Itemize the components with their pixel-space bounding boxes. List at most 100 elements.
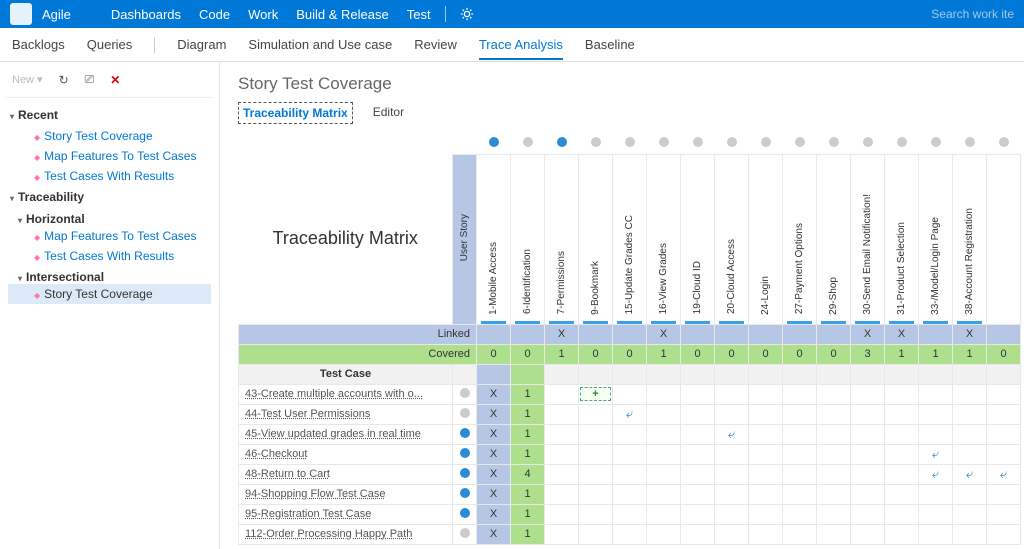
matrix-cell[interactable] — [681, 424, 715, 444]
matrix-cell[interactable] — [681, 444, 715, 464]
matrix-cell[interactable] — [681, 384, 715, 404]
subnav-baseline[interactable]: Baseline — [585, 37, 635, 52]
matrix-cell[interactable] — [647, 424, 681, 444]
matrix-cell[interactable] — [851, 484, 885, 504]
test-case-link[interactable]: 94-Shopping Flow Test Case — [239, 484, 453, 504]
matrix-cell[interactable] — [783, 484, 817, 504]
matrix-cell[interactable] — [783, 424, 817, 444]
matrix-cell[interactable] — [919, 384, 953, 404]
matrix-cell[interactable] — [715, 524, 749, 544]
column-dot[interactable] — [477, 134, 511, 154]
subnav-queries[interactable]: Queries — [87, 37, 133, 52]
column-dot[interactable] — [783, 134, 817, 154]
column-dot[interactable] — [817, 134, 851, 154]
matrix-cell[interactable] — [613, 384, 647, 404]
row-dot[interactable] — [453, 504, 477, 524]
column-header[interactable]: 31-Product Selection — [885, 154, 919, 324]
tree-item[interactable]: Story Test Coverage — [8, 126, 211, 146]
column-header[interactable]: 19-Cloud ID — [681, 154, 715, 324]
matrix-cell[interactable] — [681, 464, 715, 484]
matrix-cell[interactable] — [715, 384, 749, 404]
matrix-cell[interactable] — [919, 404, 953, 424]
matrix-cell[interactable] — [545, 444, 579, 464]
matrix-cell[interactable] — [783, 504, 817, 524]
matrix-cell[interactable] — [545, 524, 579, 544]
matrix-cell[interactable] — [647, 524, 681, 544]
column-header[interactable]: 27-Payment Options — [783, 154, 817, 324]
subnav-trace[interactable]: Trace Analysis — [479, 37, 563, 60]
column-header[interactable]: 33-/Model/Login Page — [919, 154, 953, 324]
menu-dashboards[interactable]: Dashboards — [111, 7, 181, 22]
matrix-cell[interactable]: ⤶ — [919, 464, 953, 484]
subnav-backlogs[interactable]: Backlogs — [12, 37, 65, 52]
matrix-cell[interactable] — [851, 524, 885, 544]
matrix-cell[interactable] — [885, 444, 919, 464]
test-case-link[interactable]: 112-Order Processing Happy Path — [239, 524, 453, 544]
matrix-cell[interactable] — [749, 484, 783, 504]
test-case-link[interactable]: 95-Registration Test Case — [239, 504, 453, 524]
row-dot[interactable] — [453, 464, 477, 484]
column-dot[interactable] — [987, 134, 1021, 154]
matrix-cell[interactable] — [987, 484, 1021, 504]
matrix-cell[interactable] — [987, 504, 1021, 524]
matrix-cell[interactable] — [545, 504, 579, 524]
close-icon[interactable]: ✕ — [110, 73, 120, 87]
matrix-cell[interactable] — [613, 424, 647, 444]
matrix-cell[interactable] — [783, 524, 817, 544]
matrix-cell[interactable] — [715, 504, 749, 524]
matrix-cell[interactable] — [783, 404, 817, 424]
matrix-cell[interactable] — [579, 404, 613, 424]
matrix-cell[interactable] — [647, 384, 681, 404]
matrix-cell[interactable] — [953, 444, 987, 464]
column-header[interactable]: 24-Login — [749, 154, 783, 324]
matrix-cell[interactable]: ⤶ — [715, 424, 749, 444]
column-header[interactable] — [987, 154, 1021, 324]
add-link-icon[interactable]: + — [580, 387, 611, 401]
matrix-cell[interactable] — [919, 524, 953, 544]
row-dot[interactable] — [453, 404, 477, 424]
test-case-link[interactable]: 44-Test User Permissions — [239, 404, 453, 424]
matrix-cell[interactable] — [851, 424, 885, 444]
column-dot[interactable] — [579, 134, 613, 154]
link-icon[interactable]: ⤶ — [932, 446, 939, 461]
tree-item[interactable]: Test Cases With Results — [8, 166, 211, 186]
matrix-cell[interactable] — [987, 384, 1021, 404]
matrix-cell[interactable] — [953, 404, 987, 424]
matrix-cell[interactable] — [545, 464, 579, 484]
gear-icon[interactable] — [460, 7, 474, 21]
matrix-cell[interactable] — [749, 404, 783, 424]
menu-test[interactable]: Test — [407, 7, 431, 22]
matrix-cell[interactable] — [817, 504, 851, 524]
matrix-cell[interactable] — [987, 524, 1021, 544]
refresh-icon[interactable]: ↻ — [59, 73, 69, 87]
matrix-cell[interactable] — [885, 464, 919, 484]
test-case-link[interactable]: 48-Return to Cart — [239, 464, 453, 484]
matrix-cell[interactable] — [579, 424, 613, 444]
column-header[interactable]: 6-Identification — [511, 154, 545, 324]
test-case-link[interactable]: 46-Checkout — [239, 444, 453, 464]
matrix-cell[interactable] — [613, 484, 647, 504]
matrix-cell[interactable] — [851, 464, 885, 484]
matrix-cell[interactable] — [817, 524, 851, 544]
matrix-cell[interactable] — [817, 444, 851, 464]
tree-item[interactable]: Map Features To Test Cases — [8, 226, 211, 246]
matrix-cell[interactable] — [681, 404, 715, 424]
matrix-cell[interactable]: ⤶ — [953, 464, 987, 484]
link-icon[interactable]: ⤶ — [932, 466, 939, 481]
matrix-cell[interactable] — [579, 524, 613, 544]
test-case-link[interactable]: 43-Create multiple accounts with o... — [239, 384, 453, 404]
row-dot[interactable] — [453, 424, 477, 444]
subnav-diagram[interactable]: Diagram — [177, 37, 226, 52]
column-header[interactable]: 29-Shop — [817, 154, 851, 324]
matrix-cell[interactable]: ⤶ — [919, 444, 953, 464]
group-intersectional[interactable]: Intersectional — [8, 266, 211, 284]
matrix-cell[interactable] — [783, 464, 817, 484]
matrix-cell[interactable] — [613, 464, 647, 484]
menu-work[interactable]: Work — [248, 7, 278, 22]
row-dot[interactable] — [453, 484, 477, 504]
matrix-cell[interactable] — [681, 524, 715, 544]
column-header[interactable]: 30-Send Email Notification! — [851, 154, 885, 324]
matrix-cell[interactable] — [885, 424, 919, 444]
matrix-cell[interactable] — [817, 384, 851, 404]
column-header[interactable]: 1-Mobile Access — [477, 154, 511, 324]
